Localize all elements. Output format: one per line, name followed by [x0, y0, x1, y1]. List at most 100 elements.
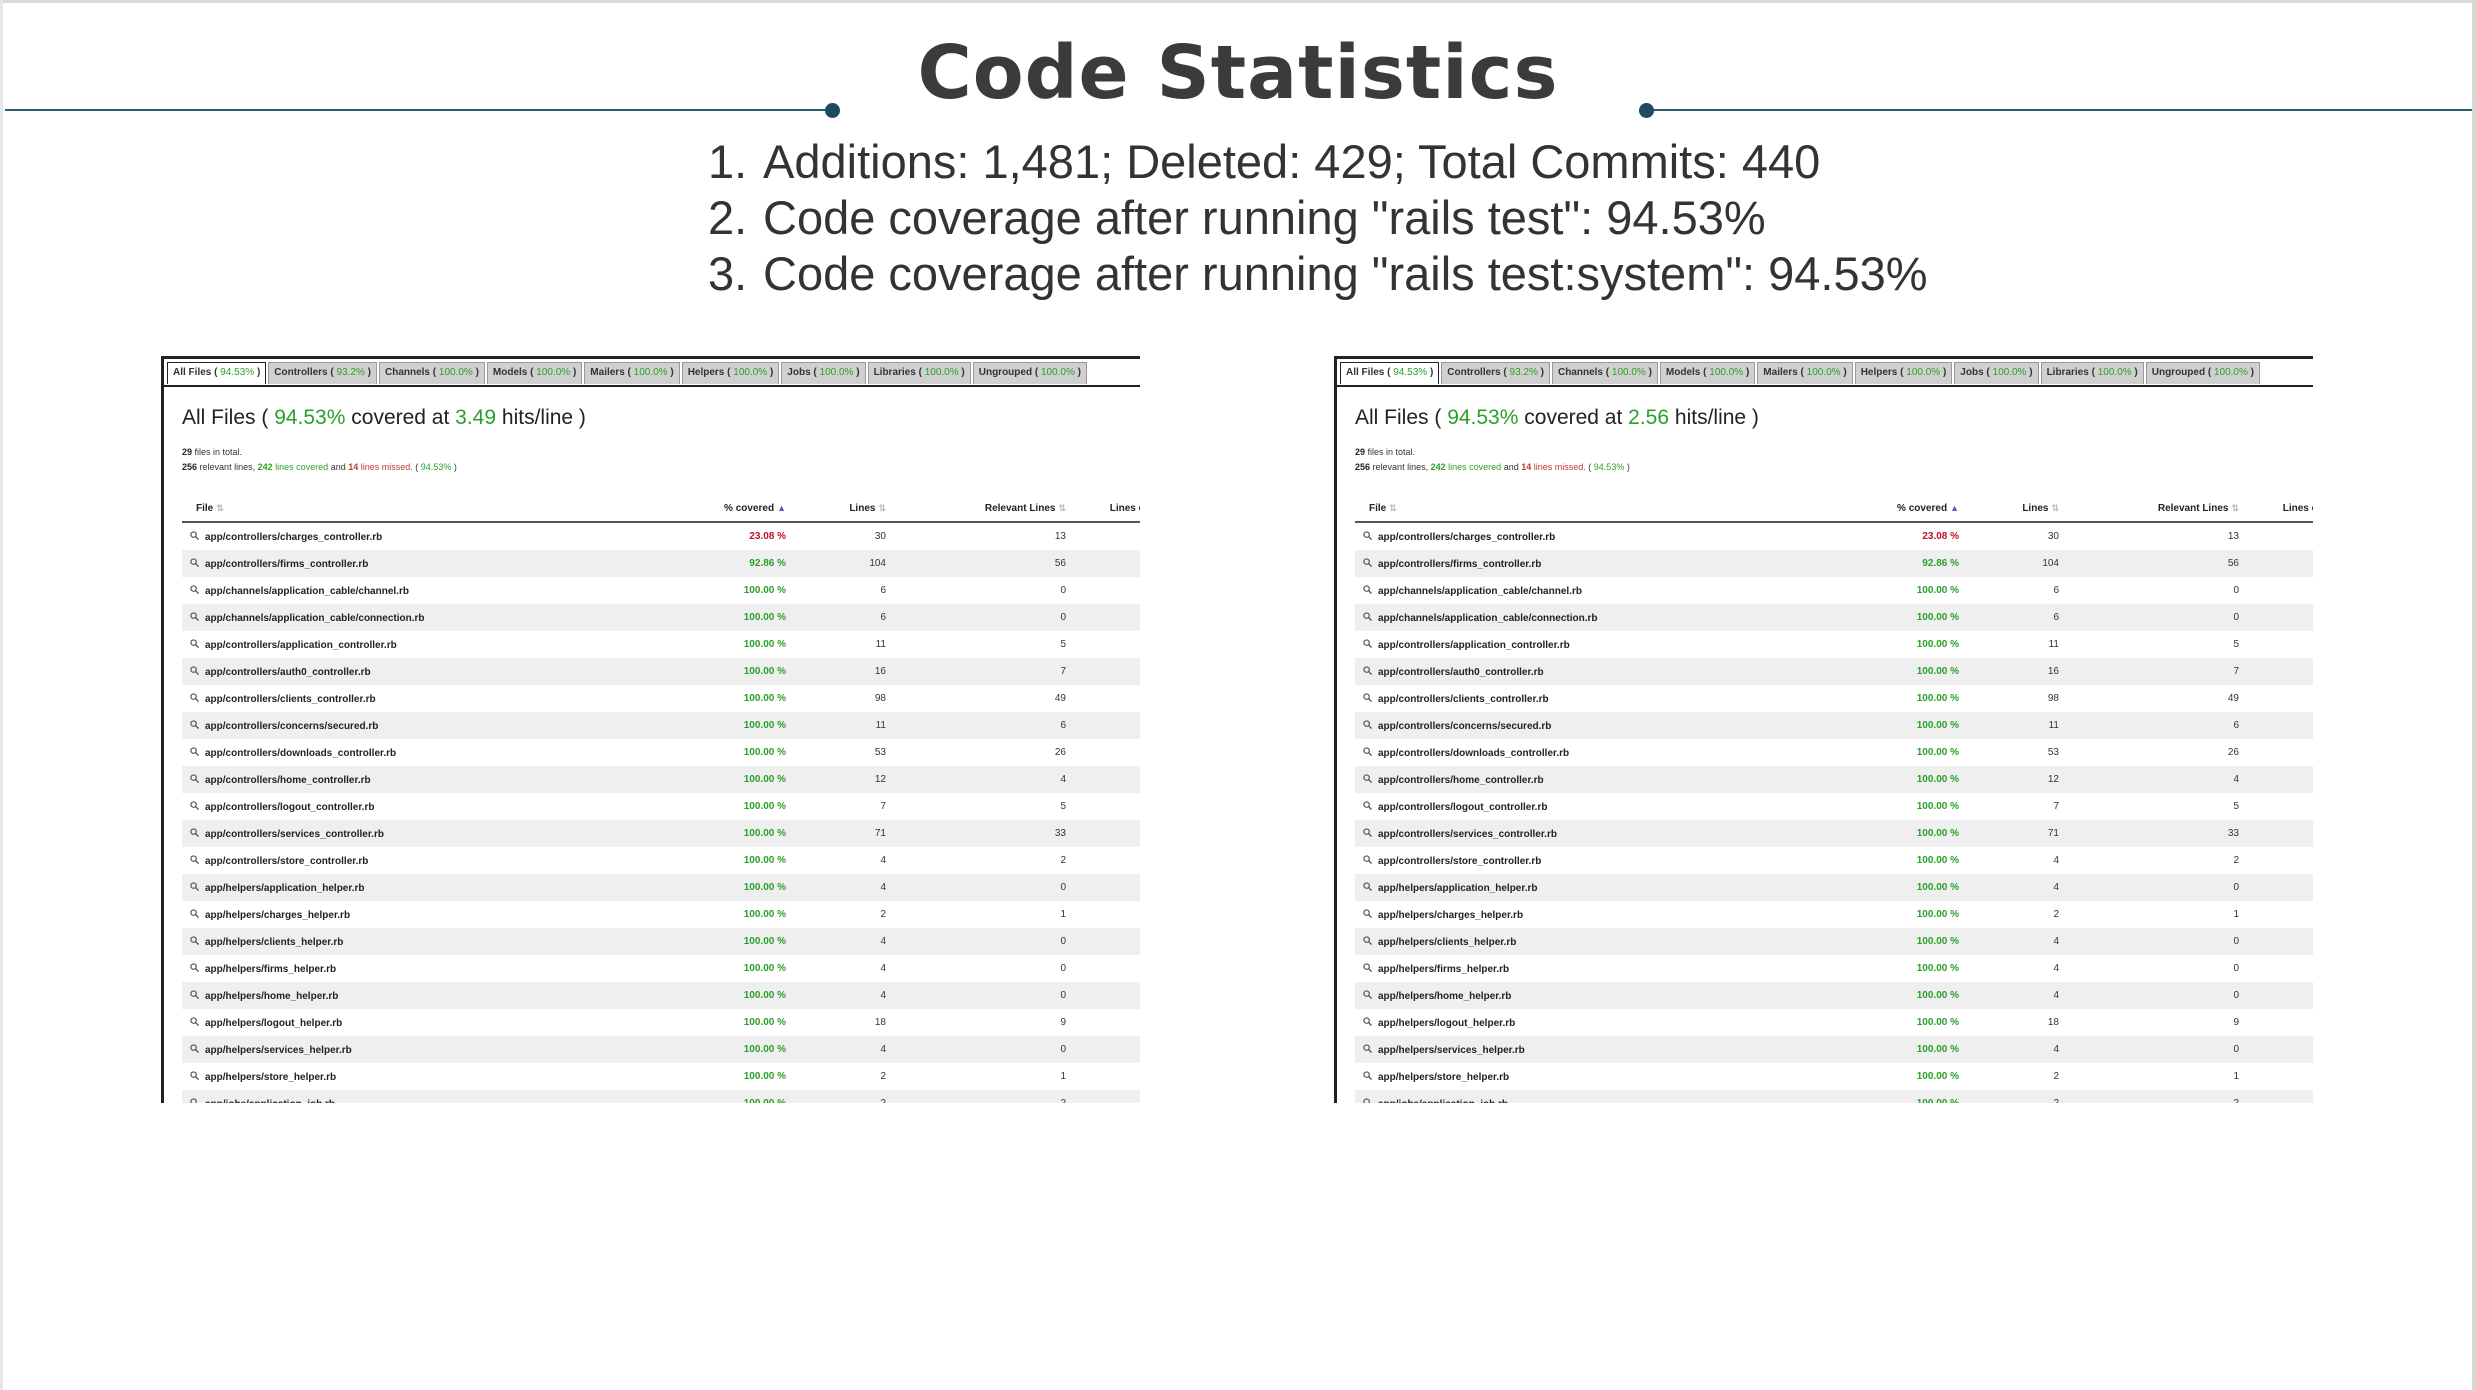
tab-ungrouped[interactable]: Ungrouped ( 100.0% ) — [2145, 362, 2260, 384]
file-cell[interactable]: app/controllers/downloads_controller.rb — [182, 739, 631, 766]
file-cell[interactable]: app/controllers/application_controller.r… — [1355, 631, 1804, 658]
table-row[interactable]: app/jobs/application_job.rb100.00 %22 — [182, 1090, 1140, 1103]
table-row[interactable]: app/channels/application_cable/channel.r… — [182, 577, 1140, 604]
tab-all-files[interactable]: All Files ( 94.53% ) — [1340, 362, 1440, 384]
table-row[interactable]: app/channels/application_cable/connectio… — [1355, 604, 2313, 631]
tab-libraries[interactable]: Libraries ( 100.0% ) — [867, 362, 971, 384]
table-row[interactable]: app/controllers/home_controller.rb 100.00… — [182, 766, 1140, 793]
table-row[interactable]: app/helpers/firms_helper.rb 100.00 % 4 0 — [182, 955, 1140, 982]
table-row[interactable]: app/controllers/concerns/secured.rb 100.0… — [1355, 712, 2313, 739]
file-cell[interactable]: app/controllers/store_controller.rb — [1355, 847, 1804, 874]
file-cell[interactable]: app/helpers/application_helper.rb — [1355, 874, 1804, 901]
file-cell[interactable]: app/jobs/application_job.rb — [182, 1090, 631, 1103]
table-row[interactable]: app/controllers/charges_controller.rb 23.… — [182, 522, 1140, 550]
tab-ungrouped[interactable]: Ungrouped ( 100.0% ) — [972, 362, 1087, 384]
tab-channels[interactable]: Channels ( 100.0% ) — [1551, 362, 1658, 384]
tab-controllers[interactable]: Controllers ( 93.2% ) — [268, 362, 377, 384]
file-cell[interactable]: app/helpers/home_helper.rb — [182, 982, 631, 1009]
file-cell[interactable]: app/controllers/logout_controller.rb — [1355, 793, 1804, 820]
table-row[interactable]: app/controllers/logout_controller.rb 100.… — [1355, 793, 2313, 820]
file-cell[interactable]: app/controllers/clients_controller.rb — [182, 685, 631, 712]
file-cell[interactable]: app/helpers/store_helper.rb — [1355, 1063, 1804, 1090]
tab-controllers[interactable]: Controllers ( 93.2% ) — [1441, 362, 1550, 384]
table-row[interactable]: app/helpers/services_helper.rb 100.00 % 4 0 — [1355, 1036, 2313, 1063]
file-cell[interactable]: app/helpers/application_helper.rb — [182, 874, 631, 901]
table-row[interactable]: app/helpers/charges_helper.rb 100.00 % 2 1 — [1355, 901, 2313, 928]
column-header-relevant[interactable]: Relevant Lines ⇅ — [891, 495, 1071, 523]
file-cell[interactable]: app/helpers/services_helper.rb — [182, 1036, 631, 1063]
table-row[interactable]: app/helpers/clients_helper.rb 100.00 % 4 0 — [1355, 928, 2313, 955]
file-cell[interactable]: app/controllers/concerns/secured.rb — [182, 712, 631, 739]
table-row[interactable]: app/controllers/firms_controller.rb 92.86… — [1355, 550, 2313, 577]
file-cell[interactable]: app/helpers/clients_helper.rb — [1355, 928, 1804, 955]
file-cell[interactable]: app/controllers/firms_controller.rb — [182, 550, 631, 577]
table-row[interactable]: app/helpers/application_helper.rb 100.00 … — [182, 874, 1140, 901]
tab-models[interactable]: Models ( 100.0% ) — [486, 362, 583, 384]
file-cell[interactable]: app/helpers/logout_helper.rb — [182, 1009, 631, 1036]
table-row[interactable]: app/controllers/clients_controller.rb 100… — [1355, 685, 2313, 712]
file-cell[interactable]: app/controllers/store_controller.rb — [182, 847, 631, 874]
file-cell[interactable]: app/controllers/home_controller.rb — [182, 766, 631, 793]
file-cell[interactable]: app/helpers/firms_helper.rb — [182, 955, 631, 982]
table-row[interactable]: app/helpers/services_helper.rb 100.00 % 4 0 — [182, 1036, 1140, 1063]
table-row[interactable]: app/channels/application_cable/channel.r… — [1355, 577, 2313, 604]
file-cell[interactable]: app/controllers/logout_controller.rb — [182, 793, 631, 820]
tab-helpers[interactable]: Helpers ( 100.0% ) — [1854, 362, 1953, 384]
file-cell[interactable]: app/jobs/application_job.rb — [1355, 1090, 1804, 1103]
tab-jobs[interactable]: Jobs ( 100.0% ) — [1954, 362, 2039, 384]
table-row[interactable]: app/controllers/firms_controller.rb 92.86… — [182, 550, 1140, 577]
column-header-file[interactable]: File ⇅ — [1355, 495, 1804, 523]
file-cell[interactable]: app/helpers/charges_helper.rb — [1355, 901, 1804, 928]
table-row[interactable]: app/helpers/clients_helper.rb 100.00 % 4 0 — [182, 928, 1140, 955]
table-row[interactable]: app/controllers/home_controller.rb 100.00… — [1355, 766, 2313, 793]
table-row[interactable]: app/controllers/store_controller.rb 100.0… — [182, 847, 1140, 874]
tab-helpers[interactable]: Helpers ( 100.0% ) — [681, 362, 780, 384]
tab-jobs[interactable]: Jobs ( 100.0% ) — [781, 362, 866, 384]
table-row[interactable]: app/helpers/store_helper.rb 100.00 % 2 1 — [1355, 1063, 2313, 1090]
file-cell[interactable]: app/controllers/charges_controller.rb — [1355, 522, 1804, 550]
column-header-lines[interactable]: Lines ⇅ — [1964, 495, 2064, 523]
table-row[interactable]: app/controllers/logout_controller.rb 100.… — [182, 793, 1140, 820]
column-header-covered[interactable]: % covered ▲ — [631, 495, 791, 523]
table-row[interactable]: app/controllers/application_controller.r… — [182, 631, 1140, 658]
table-row[interactable]: app/controllers/concerns/secured.rb 100.0… — [182, 712, 1140, 739]
file-cell[interactable]: app/helpers/home_helper.rb — [1355, 982, 1804, 1009]
tab-all-files[interactable]: All Files ( 94.53% ) — [167, 362, 267, 384]
tab-mailers[interactable]: Mailers ( 100.0% ) — [584, 362, 680, 384]
column-header-file[interactable]: File ⇅ — [182, 495, 631, 523]
column-header-more[interactable]: Lines covered — [1071, 495, 1140, 523]
table-row[interactable]: app/controllers/downloads_controller.rb 1… — [1355, 739, 2313, 766]
file-cell[interactable]: app/controllers/auth0_controller.rb — [182, 658, 631, 685]
tab-channels[interactable]: Channels ( 100.0% ) — [378, 362, 485, 384]
table-row[interactable]: app/controllers/charges_controller.rb 23.… — [1355, 522, 2313, 550]
table-row[interactable]: app/helpers/firms_helper.rb 100.00 % 4 0 — [1355, 955, 2313, 982]
file-cell[interactable]: app/controllers/home_controller.rb — [1355, 766, 1804, 793]
file-cell[interactable]: app/controllers/services_controller.rb — [1355, 820, 1804, 847]
file-cell[interactable]: app/controllers/firms_controller.rb — [1355, 550, 1804, 577]
file-cell[interactable]: app/helpers/store_helper.rb — [182, 1063, 631, 1090]
table-row[interactable]: app/controllers/downloads_controller.rb 1… — [182, 739, 1140, 766]
file-cell[interactable]: app/channels/application_cable/channel.r… — [1355, 577, 1804, 604]
file-cell[interactable]: app/controllers/services_controller.rb — [182, 820, 631, 847]
table-row[interactable]: app/helpers/logout_helper.rb 100.00 % 18 9 — [1355, 1009, 2313, 1036]
file-cell[interactable]: app/helpers/services_helper.rb — [1355, 1036, 1804, 1063]
file-cell[interactable]: app/helpers/firms_helper.rb — [1355, 955, 1804, 982]
table-row[interactable]: app/helpers/charges_helper.rb 100.00 % 2 1 — [182, 901, 1140, 928]
file-cell[interactable]: app/helpers/logout_helper.rb — [1355, 1009, 1804, 1036]
table-row[interactable]: app/controllers/auth0_controller.rb 100.0… — [182, 658, 1140, 685]
file-cell[interactable]: app/controllers/application_controller.r… — [182, 631, 631, 658]
file-cell[interactable]: app/helpers/charges_helper.rb — [182, 901, 631, 928]
table-row[interactable]: app/helpers/store_helper.rb 100.00 % 2 1 — [182, 1063, 1140, 1090]
file-cell[interactable]: app/controllers/downloads_controller.rb — [1355, 739, 1804, 766]
tab-mailers[interactable]: Mailers ( 100.0% ) — [1757, 362, 1853, 384]
table-row[interactable]: app/controllers/services_controller.rb 10… — [1355, 820, 2313, 847]
table-row[interactable]: app/controllers/auth0_controller.rb 100.0… — [1355, 658, 2313, 685]
table-row[interactable]: app/controllers/store_controller.rb 100.0… — [1355, 847, 2313, 874]
table-row[interactable]: app/helpers/home_helper.rb 100.00 % 4 0 — [1355, 982, 2313, 1009]
table-row[interactable]: app/controllers/services_controller.rb 10… — [182, 820, 1140, 847]
tab-libraries[interactable]: Libraries ( 100.0% ) — [2040, 362, 2144, 384]
column-header-lines[interactable]: Lines ⇅ — [791, 495, 891, 523]
file-cell[interactable]: app/channels/application_cable/connectio… — [182, 604, 631, 631]
table-row[interactable]: app/helpers/logout_helper.rb 100.00 % 18 9 — [182, 1009, 1140, 1036]
table-row[interactable]: app/helpers/application_helper.rb 100.00 … — [1355, 874, 2313, 901]
